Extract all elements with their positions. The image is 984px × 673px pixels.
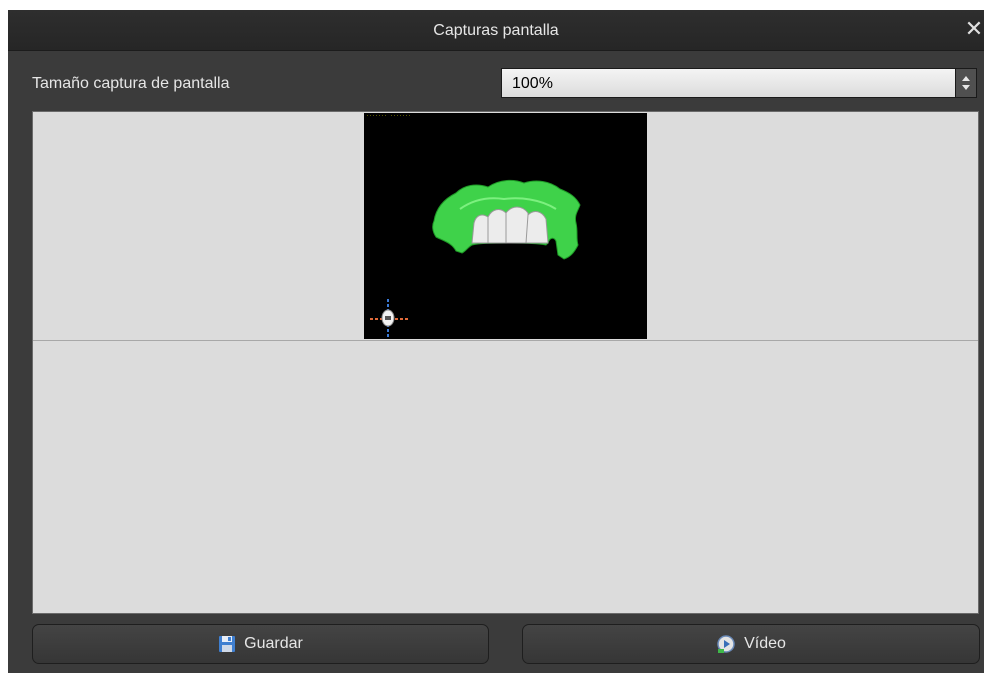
tooth <box>525 211 549 244</box>
tooth <box>487 209 509 244</box>
preview-divider <box>33 340 978 341</box>
close-icon[interactable]: ✕ <box>964 18 984 40</box>
floppy-disk-icon <box>219 636 236 652</box>
dental-model-render <box>370 179 581 339</box>
spin-arrows[interactable] <box>955 69 976 97</box>
capture-preview-area: ······· ······· <box>32 111 979 614</box>
tooth <box>505 206 529 244</box>
save-button-label: Guardar <box>244 635 303 652</box>
dialog-title: Capturas pantalla <box>433 22 559 39</box>
orientation-gizmo-icon <box>370 299 408 339</box>
video-button-label: Vídeo <box>744 635 786 652</box>
screenshot-dialog: Capturas pantalla ✕ Tamaño captura de pa… <box>8 10 984 673</box>
title-bar: Capturas pantalla ✕ <box>8 10 984 51</box>
captured-image-thumbnail: ······· ······· <box>364 113 647 339</box>
screenshot-size-value: 100% <box>512 75 553 92</box>
play-video-icon <box>717 635 735 653</box>
screenshot-size-spinbox[interactable]: 100% <box>501 68 977 98</box>
spin-down-icon[interactable] <box>962 85 970 90</box>
screenshot-size-label: Tamaño captura de pantalla <box>32 75 230 92</box>
save-button[interactable]: Guardar <box>32 624 489 664</box>
video-button[interactable]: Vídeo <box>522 624 980 664</box>
spin-up-icon[interactable] <box>962 76 970 81</box>
